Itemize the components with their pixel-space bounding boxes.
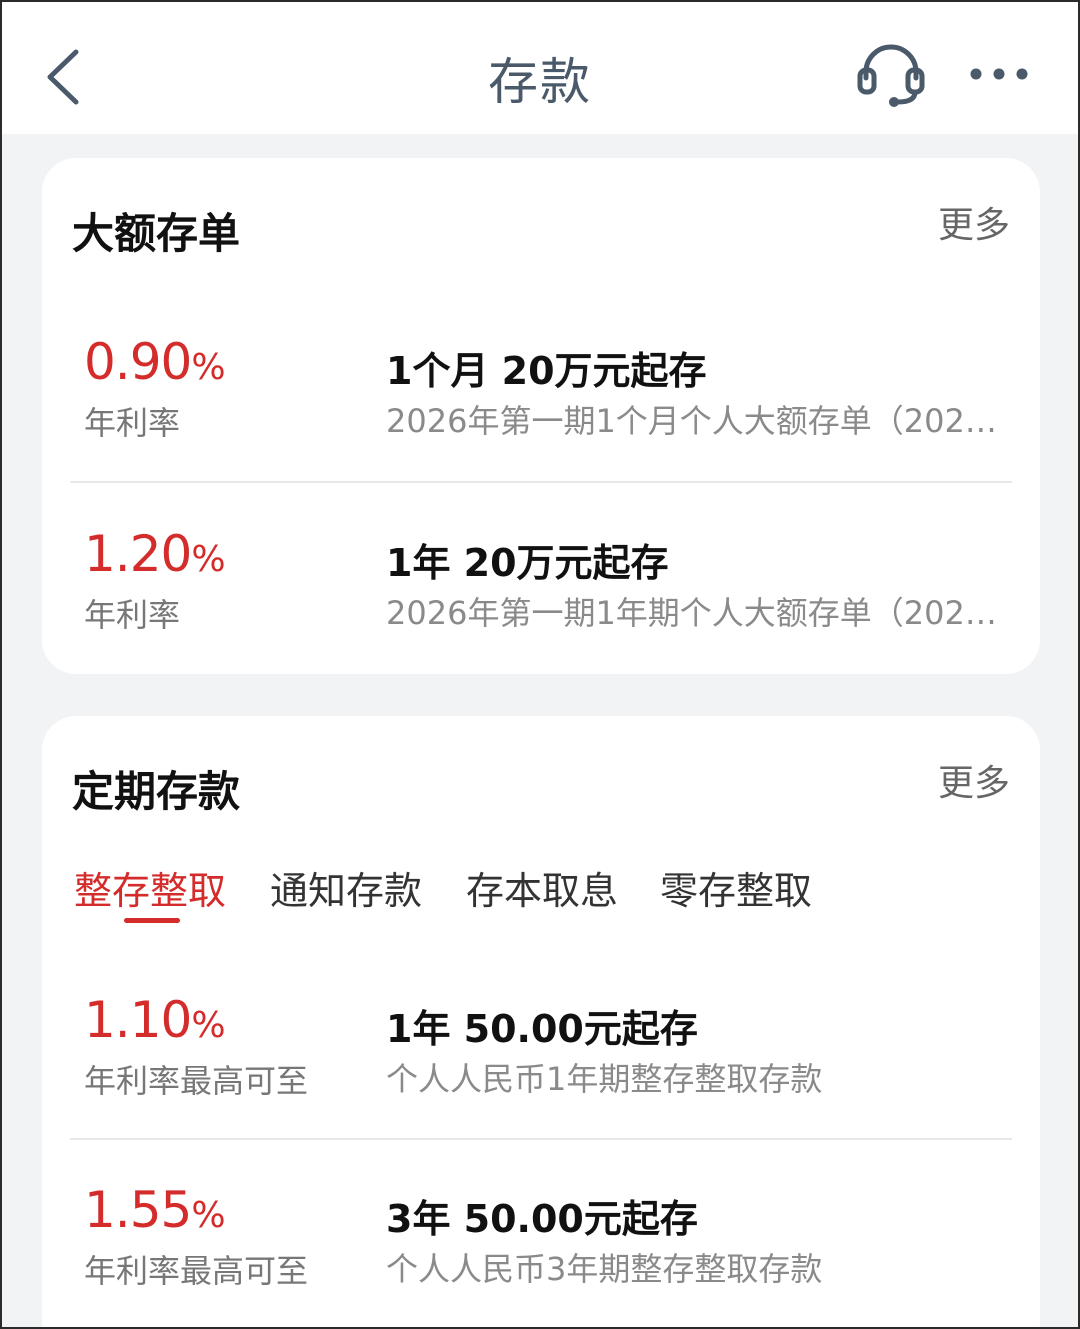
product-row[interactable]: 0.90% 年利率 1个月 20万元起存 2026年第一期1个月个人大额存单（2… [42,334,1040,524]
product-title: 3年 50.00元起存 [386,1197,698,1241]
tab-installment-deposit[interactable]: 零存整取 [660,860,812,915]
tab-interest-withdrawal[interactable]: 存本取息 [466,860,618,915]
rate-value: 1.10% [84,991,226,1049]
product-row[interactable]: 1.20% 年利率 1年 20万元起存 2026年第一期1年期个人大额存单（20… [42,526,1040,716]
product-title: 1个月 20万元起存 [386,349,707,393]
top-nav-bar: 存款 [2,2,1078,134]
rate-label: 年利率最高可至 [84,1252,309,1290]
active-tab-indicator [124,918,180,923]
more-link[interactable]: 更多 [938,196,1010,248]
rate-label: 年利率 [84,596,181,634]
product-description: 2026年第一期1年期个人大额存单（2026年第一期1年期个人大额存单 [386,594,1002,632]
divider [70,481,1012,483]
large-cd-card: 大额存单 更多 0.90% 年利率 1个月 20万元起存 2026年第一期1个月… [42,158,1040,674]
product-description: 个人人民币1年期整存整取存款 [386,1060,823,1098]
product-description: 2026年第一期1个月个人大额存单（2026年第一期1个月个人大额存单 [386,402,1002,440]
app-screen: 存款 大额存单 更多 0.90% 年利率 1个月 20万元起存 2026年第一期… [0,0,1080,1329]
rate-value: 0.90% [84,333,226,391]
more-dots-icon [970,68,1028,80]
product-title: 1年 20万元起存 [386,541,669,585]
more-menu-button[interactable] [964,54,1034,94]
more-link[interactable]: 更多 [938,754,1010,806]
tab-lump-sum[interactable]: 整存整取 [74,860,226,915]
fixed-deposit-card: 定期存款 更多 整存整取 通知存款 存本取息 零存整取 1.10% 年利率最高可… [42,716,1040,1327]
rate-label: 年利率 [84,404,181,442]
section-title: 大额存单 [72,209,241,258]
tab-notice-deposit[interactable]: 通知存款 [270,860,422,915]
rate-label: 年利率最高可至 [84,1062,309,1100]
rate-value: 1.55% [84,1181,226,1239]
section-title: 定期存款 [72,767,241,816]
product-row[interactable]: 1.55% 年利率最高可至 3年 50.00元起存 个人人民币3年期整存整取存款 [42,1181,1040,1327]
rate-value: 1.20% [84,525,226,583]
product-row[interactable]: 1.10% 年利率最高可至 1年 50.00元起存 个人人民币1年期整存整取存款 [42,992,1040,1182]
customer-service-button[interactable] [854,40,928,112]
product-description: 个人人民币3年期整存整取存款 [386,1250,823,1288]
headset-icon [857,44,925,107]
divider [70,1138,1012,1140]
product-title: 1年 50.00元起存 [386,1007,698,1051]
